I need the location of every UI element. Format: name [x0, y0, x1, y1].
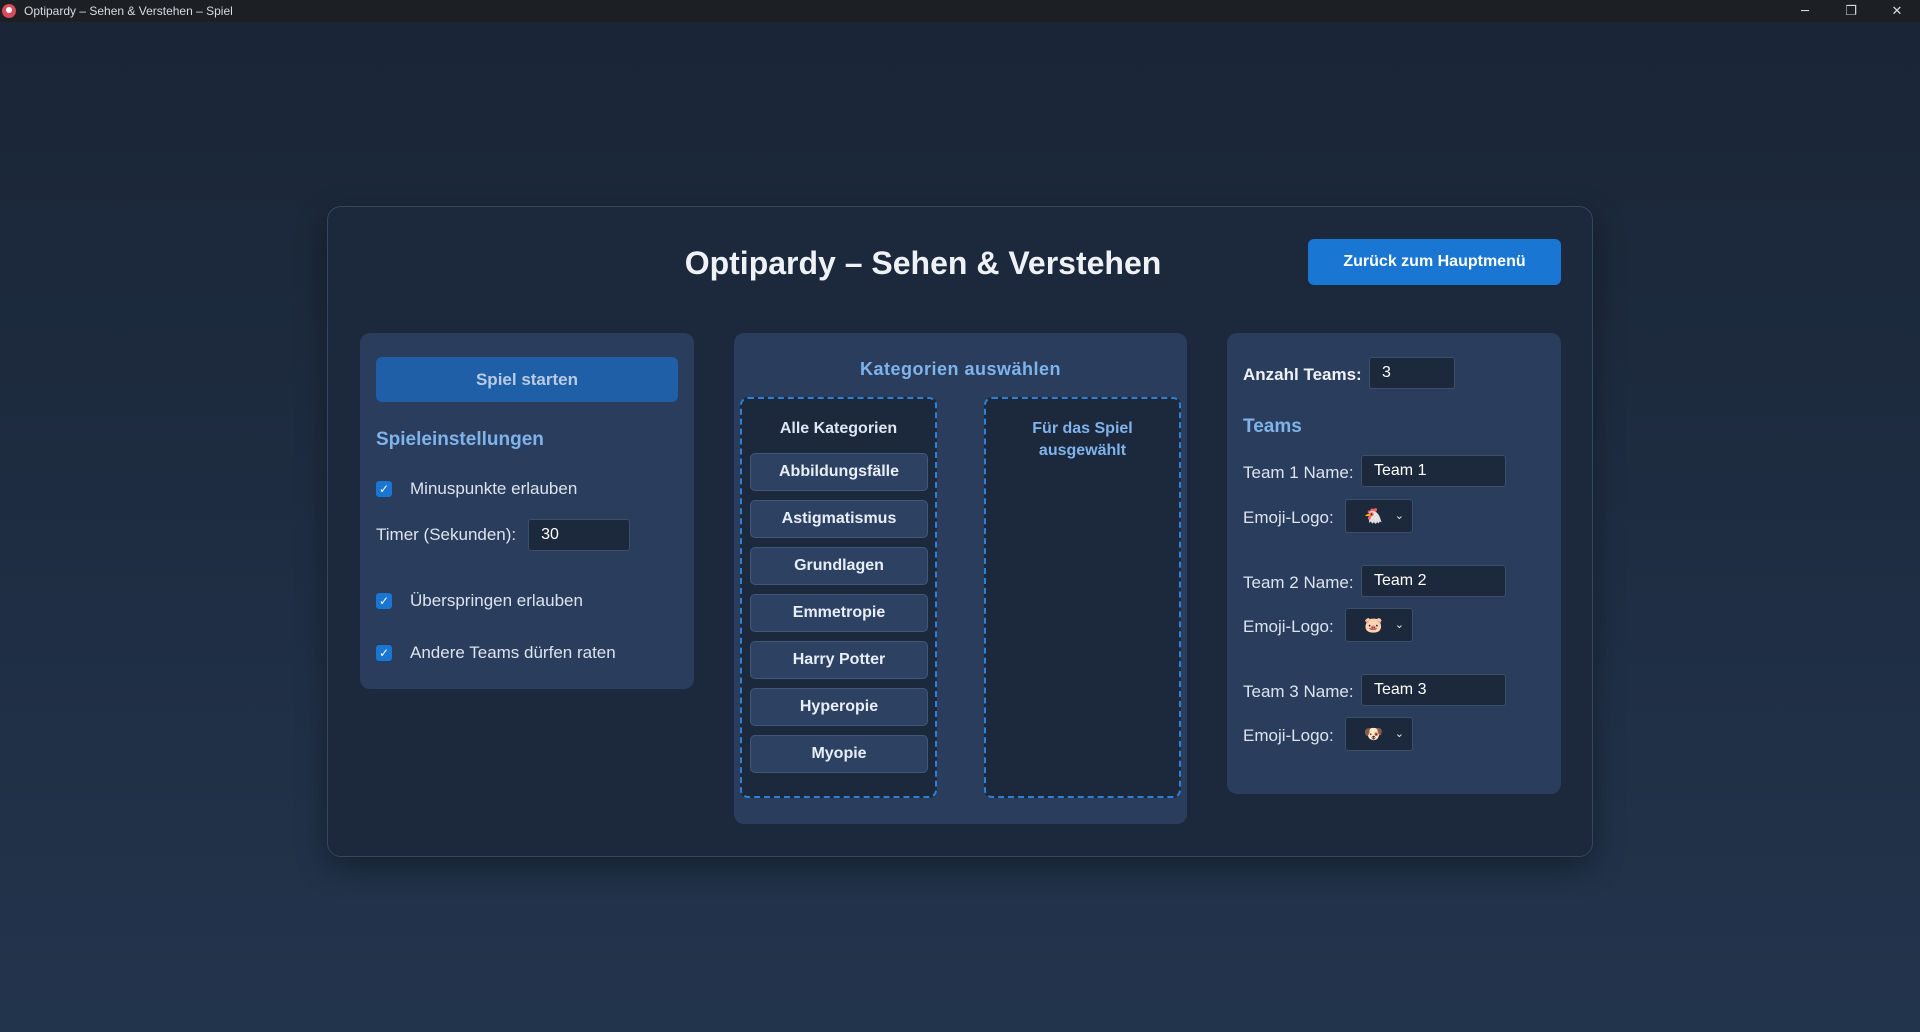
category-item[interactable]: Astigmatismus: [750, 500, 928, 538]
team-2-name-label: Team 2 Name:: [1243, 573, 1354, 592]
all-categories-list[interactable]: Alle Kategorien Abbildungsfälle Astigmat…: [740, 397, 937, 798]
categories-heading: Kategorien auswählen: [859, 359, 1062, 379]
chevron-down-icon: ⌄: [1394, 618, 1404, 631]
team-1-emoji-select[interactable]: 🐔 ⌄: [1345, 499, 1413, 533]
timer-input[interactable]: [528, 519, 631, 551]
skip-checkbox[interactable]: ✓: [376, 593, 392, 609]
others-guess-label: Andere Teams dürfen raten: [410, 643, 616, 662]
window-controls: ─ ❐ ✕: [1782, 0, 1920, 22]
selected-categories-list[interactable]: Für das Spiel ausgewählt: [984, 397, 1181, 798]
start-game-button[interactable]: Spiel starten: [376, 357, 678, 402]
minus-points-option[interactable]: ✓ Minuspunkte erlauben: [376, 479, 577, 499]
category-item[interactable]: Abbildungsfälle: [750, 453, 928, 491]
team-3-emoji-select[interactable]: 🐶 ⌄: [1345, 717, 1413, 751]
team-3-emoji-label: Emoji-Logo:: [1243, 726, 1334, 745]
team-3-name-label: Team 3 Name:: [1243, 682, 1354, 701]
settings-heading: Spieleinstellungen: [376, 429, 544, 450]
restore-icon[interactable]: ❐: [1828, 0, 1874, 22]
teams-heading: Teams: [1243, 416, 1302, 437]
minus-points-label: Minuspunkte erlauben: [410, 479, 578, 498]
team-2-emoji-label: Emoji-Logo:: [1243, 617, 1334, 636]
pig-emoji-icon: 🐷: [1364, 616, 1383, 634]
chevron-down-icon: ⌄: [1394, 509, 1404, 522]
app-logo-icon: [2, 4, 16, 18]
team-1-name-label: Team 1 Name:: [1243, 463, 1354, 482]
categories-card: Kategorien auswählen Alle Kategorien Abb…: [734, 333, 1187, 824]
timer-setting: Timer (Sekunden):: [376, 519, 631, 551]
team-2-name-input[interactable]: [1361, 565, 1506, 597]
category-item[interactable]: Grundlagen: [750, 547, 928, 585]
skip-option[interactable]: ✓ Überspringen erlauben: [376, 591, 583, 611]
others-guess-option[interactable]: ✓ Andere Teams dürfen raten: [376, 643, 616, 663]
team-3-name-input[interactable]: [1361, 674, 1506, 706]
team-count-input[interactable]: [1369, 357, 1455, 389]
category-item[interactable]: Hyperopie: [750, 688, 928, 726]
close-icon[interactable]: ✕: [1874, 0, 1920, 22]
teams-card: Anzahl Teams: Teams Team 1 Name: Emoji-L…: [1227, 333, 1561, 794]
skip-label: Überspringen erlauben: [410, 591, 583, 610]
team-2-emoji-select[interactable]: 🐷 ⌄: [1345, 608, 1413, 642]
category-item[interactable]: Emmetropie: [750, 594, 928, 632]
settings-card: Spiel starten Spieleinstellungen ✓ Minus…: [360, 333, 694, 689]
chicken-emoji-icon: 🐔: [1364, 507, 1383, 525]
window-titlebar: Optipardy – Sehen & Verstehen – Spiel ─ …: [0, 0, 1920, 22]
dog-emoji-icon: 🐶: [1364, 725, 1383, 743]
window-title: Optipardy – Sehen & Verstehen – Spiel: [24, 4, 233, 18]
back-to-main-menu-button[interactable]: Zurück zum Hauptmenü: [1308, 239, 1561, 285]
team-count-label: Anzahl Teams:: [1243, 365, 1362, 384]
chevron-down-icon: ⌄: [1394, 727, 1404, 740]
category-item[interactable]: Harry Potter: [750, 641, 928, 679]
team-1-emoji-label: Emoji-Logo:: [1243, 508, 1334, 527]
selected-categories-heading: Für das Spiel ausgewählt: [1032, 420, 1133, 459]
all-categories-heading: Alle Kategorien: [779, 420, 898, 437]
others-guess-checkbox[interactable]: ✓: [376, 645, 392, 661]
setup-panel: Optipardy – Sehen & Verstehen Zurück zum…: [327, 206, 1593, 857]
minus-points-checkbox[interactable]: ✓: [376, 481, 392, 497]
timer-label: Timer (Sekunden):: [376, 525, 517, 544]
team-1-name-input[interactable]: [1361, 455, 1506, 487]
minimize-icon[interactable]: ─: [1782, 0, 1828, 22]
category-item[interactable]: Myopie: [750, 735, 928, 773]
